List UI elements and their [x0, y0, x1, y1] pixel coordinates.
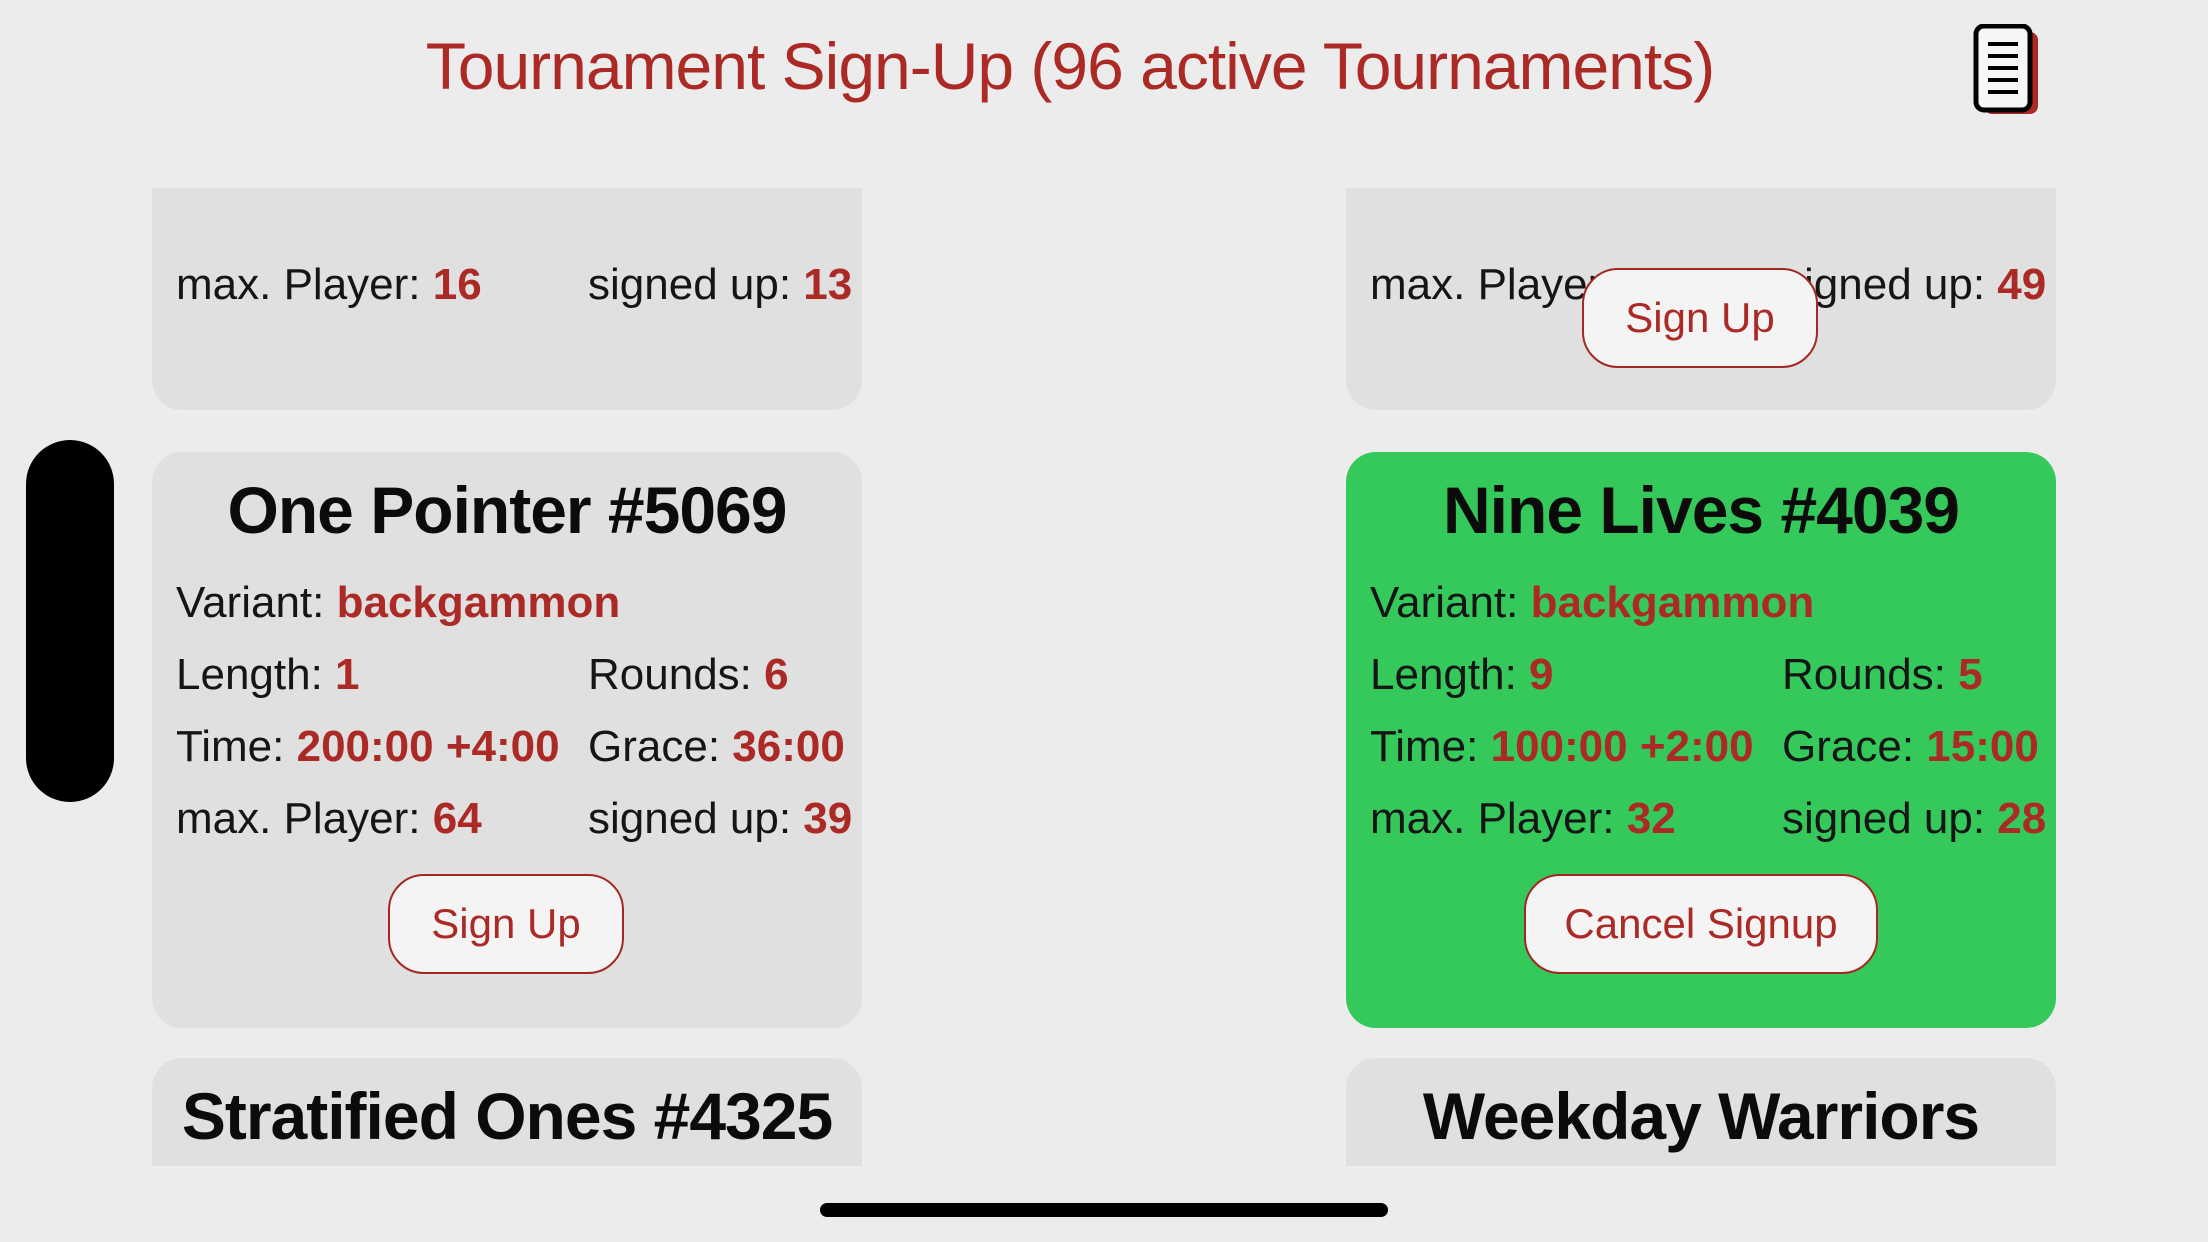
cancel-signup-button[interactable]: Cancel Signup	[1524, 874, 1878, 974]
signed-up-value: 39	[803, 794, 853, 843]
variant-value: backgammon	[1530, 578, 1815, 627]
time-row: Time: 100:00 +2:00	[1370, 722, 1754, 771]
grace-value: 36:00	[732, 722, 845, 771]
time-value: 100:00 +2:00	[1490, 722, 1754, 771]
length-value: 9	[1529, 650, 1554, 699]
signed-up-row: signed up: 49	[1782, 260, 2047, 309]
variant-value: backgammon	[336, 578, 621, 627]
page-title: Tournament Sign-Up (96 active Tournament…	[425, 29, 1715, 103]
max-player-row: max. Player: 16	[176, 260, 482, 309]
max-player-value: 16	[432, 260, 482, 309]
time-row: Time: 200:00 +4:00	[176, 722, 560, 771]
side-scroll-handle[interactable]	[26, 440, 114, 802]
tournament-card-top-right: max. Player: 64 signed up: 49 Sign Up	[1346, 188, 2056, 410]
length-row: Length: 9	[1370, 650, 1554, 699]
variant-row: Variant: backgammon	[1370, 578, 1815, 627]
tournament-card-weekday-warriors: Weekday Warriors #4298	[1346, 1058, 2056, 1166]
signed-up-row: signed up: 39	[588, 794, 853, 843]
max-player-value: 64	[432, 794, 482, 843]
tournament-card-stratified-ones: Stratified Ones #4325	[152, 1058, 862, 1166]
max-player-row: max. Player: 64	[176, 794, 482, 843]
document-icon[interactable]	[1970, 24, 2046, 124]
max-player-row: max. Player: 32	[1370, 794, 1676, 843]
max-player-value: 32	[1626, 794, 1676, 843]
signed-up-row: signed up: 28	[1782, 794, 2047, 843]
time-value: 200:00 +4:00	[296, 722, 560, 771]
rounds-value: 6	[764, 650, 789, 699]
tournament-card-one-pointer: One Pointer #5069 Variant: backgammon Le…	[152, 452, 862, 1028]
signed-up-row: signed up: 13	[588, 260, 853, 309]
sign-up-button[interactable]: Sign Up	[1582, 268, 1818, 368]
rounds-row: Rounds: 5	[1782, 650, 1983, 699]
grace-row: Grace: 36:00	[588, 722, 845, 771]
grace-row: Grace: 15:00	[1782, 722, 2039, 771]
tournament-card-nine-lives: Nine Lives #4039 Variant: backgammon Len…	[1346, 452, 2056, 1028]
tournament-title: One Pointer #5069	[227, 473, 788, 547]
rounds-row: Rounds: 6	[588, 650, 789, 699]
rounds-value: 5	[1958, 650, 1983, 699]
sign-up-button[interactable]: Sign Up	[388, 874, 624, 974]
length-row: Length: 1	[176, 650, 360, 699]
signed-up-value: 13	[803, 260, 853, 309]
tournament-title: Weekday Warriors #4298	[1422, 1079, 1980, 1166]
signed-up-value: 28	[1997, 794, 2047, 843]
tournament-list[interactable]: max. Player: 16 signed up: 13 max. Playe…	[0, 188, 2208, 1166]
tournament-card-top-left: max. Player: 16 signed up: 13	[152, 188, 862, 410]
signed-up-value: 49	[1997, 260, 2047, 309]
variant-row: Variant: backgammon	[176, 578, 621, 627]
home-indicator[interactable]	[820, 1203, 1388, 1217]
grace-value: 15:00	[1926, 722, 2039, 771]
tournament-title: Stratified Ones #4325	[181, 1079, 833, 1153]
tournament-title: Nine Lives #4039	[1443, 473, 1960, 547]
length-value: 1	[335, 650, 360, 699]
